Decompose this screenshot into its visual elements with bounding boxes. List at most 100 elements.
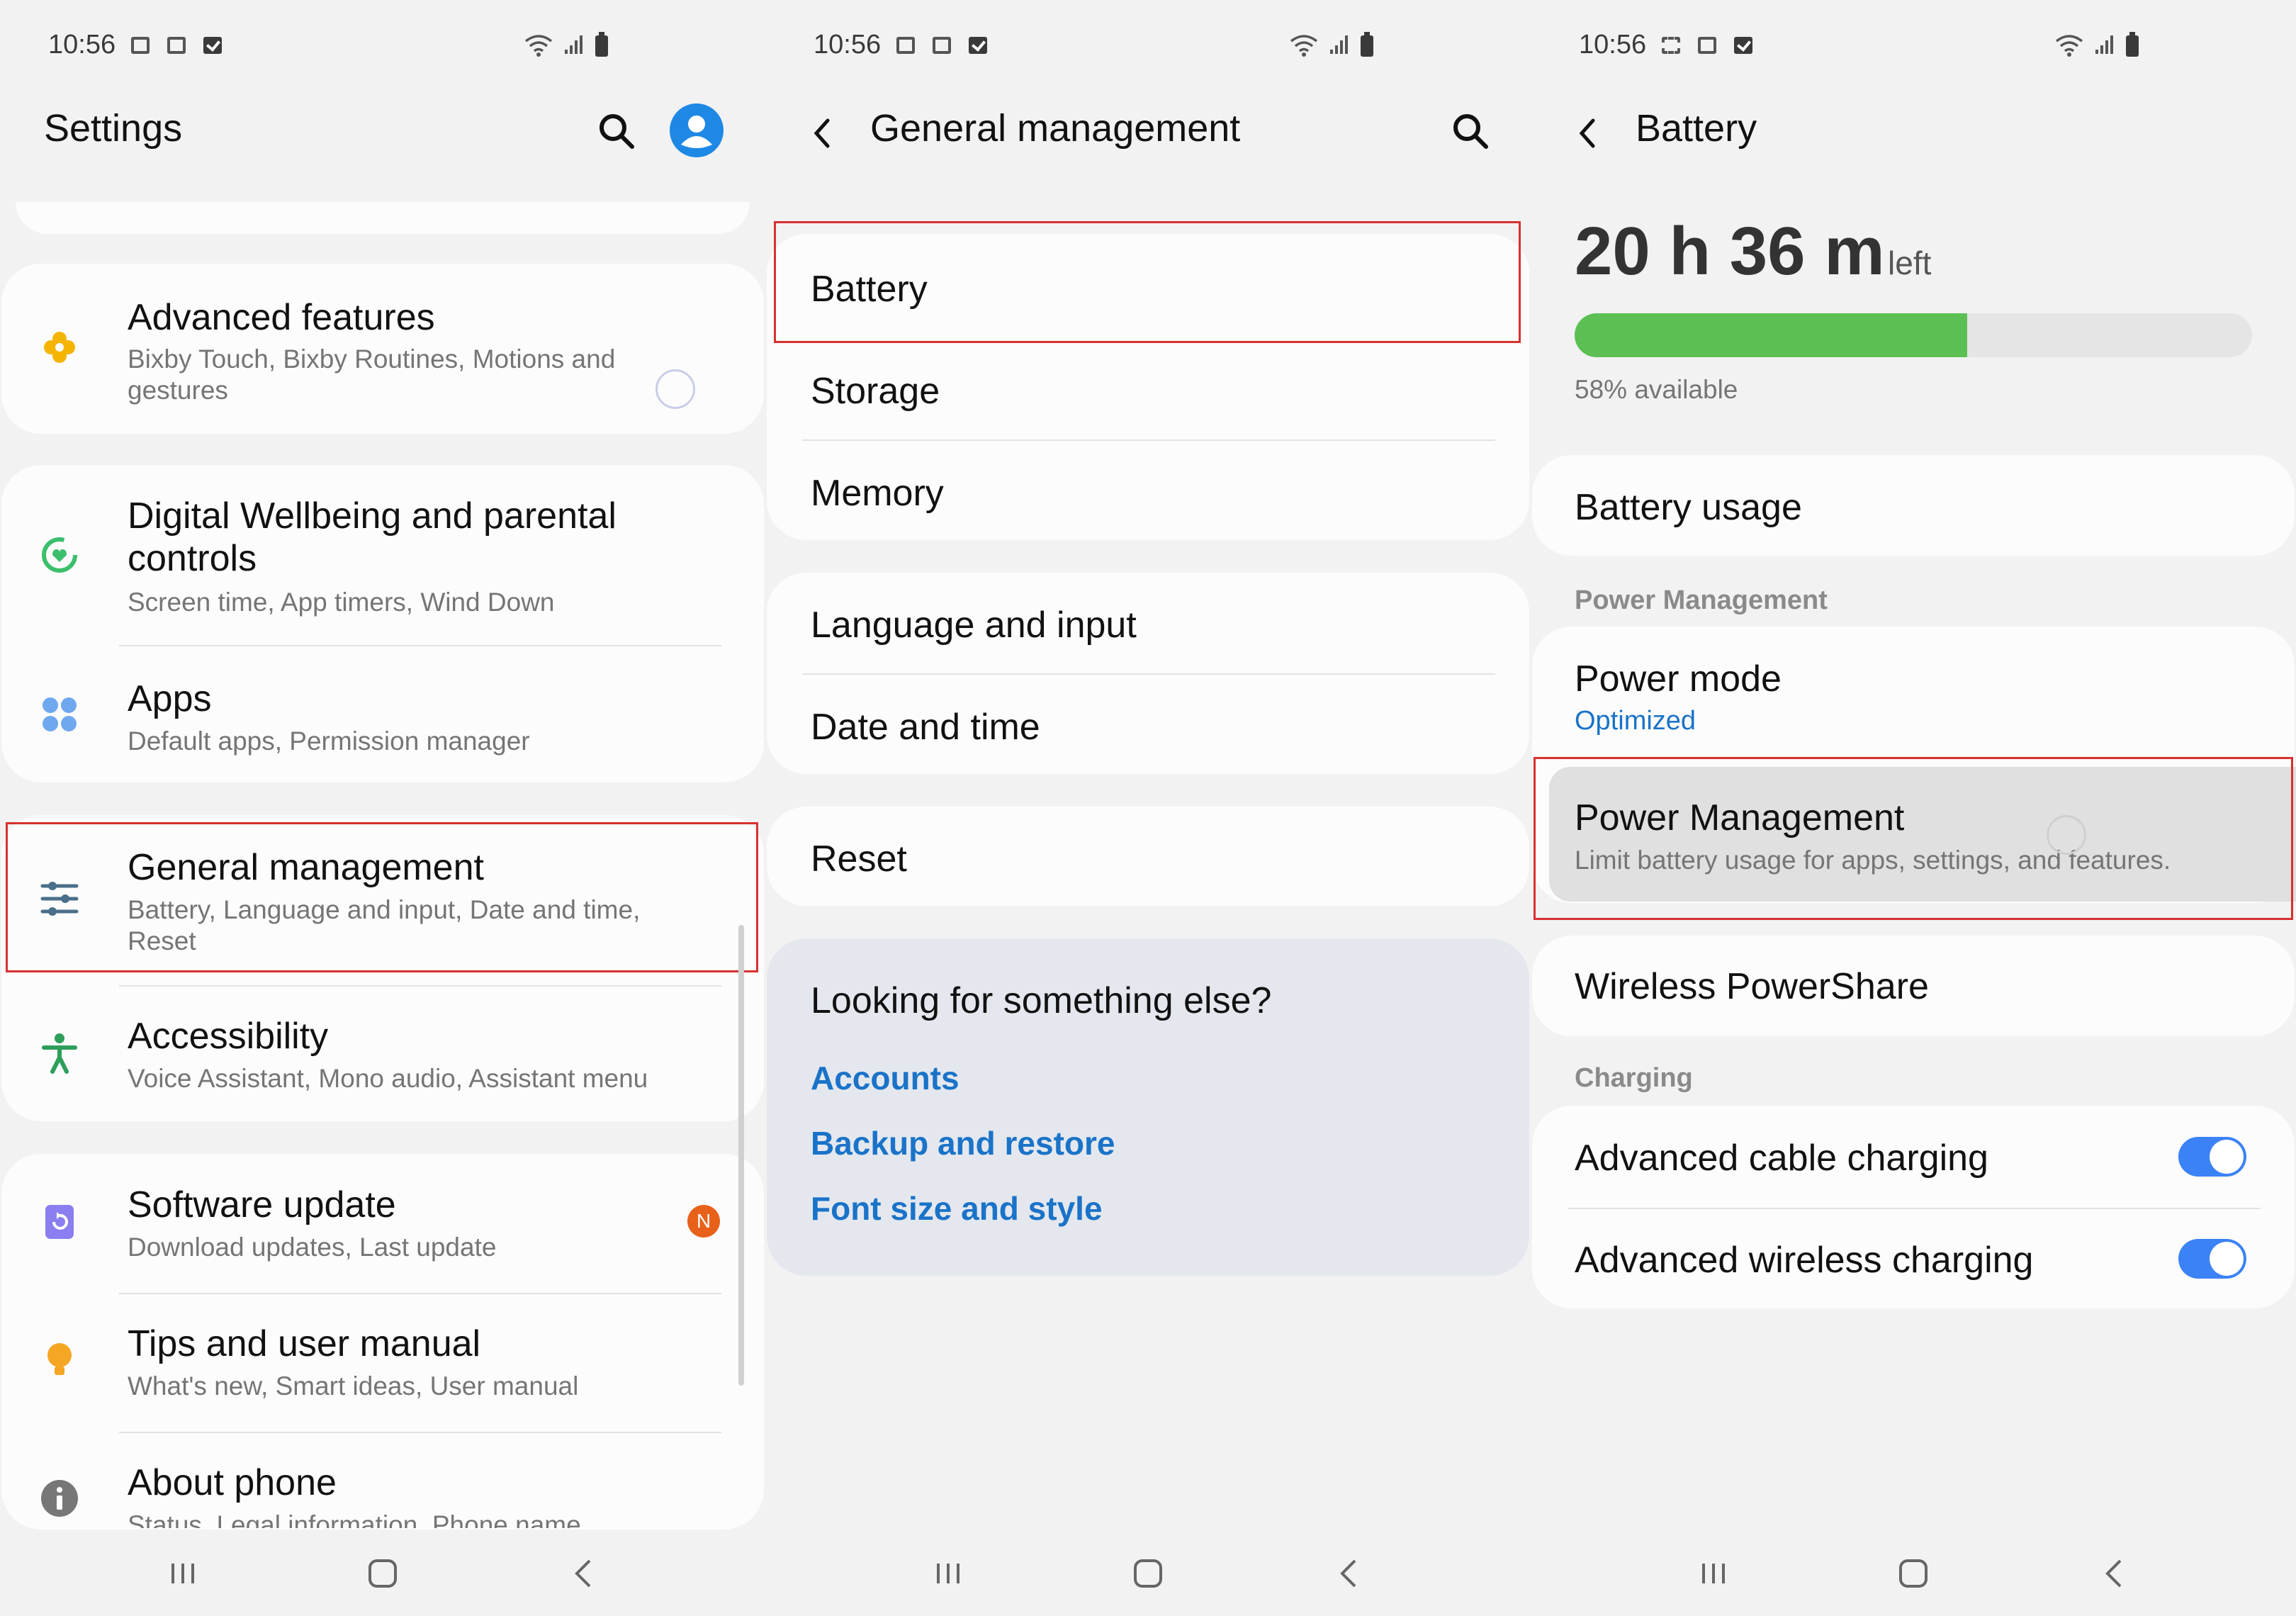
status-time: 10:56 — [1579, 30, 1647, 60]
row-title[interactable]: Software update — [128, 1184, 396, 1226]
highlight-box — [1534, 757, 2293, 920]
row-subtitle: Bixby Touch, Bixby Routines, Motions and… — [128, 344, 616, 405]
divider — [119, 985, 721, 987]
menu-item-reset[interactable]: Reset — [811, 838, 907, 880]
battery-usage[interactable]: Battery usage — [1575, 486, 1802, 529]
section-label-power-management: Power Management — [1575, 585, 1828, 615]
recent-apps-icon[interactable] — [162, 1552, 204, 1595]
screenshot-icon — [1698, 37, 1716, 54]
nav-back-icon[interactable] — [2093, 1552, 2136, 1595]
battery-level-bar — [1575, 313, 2252, 357]
screenshot-icon — [896, 37, 915, 54]
touch-indicator — [655, 369, 695, 409]
signal-icon — [2095, 35, 2113, 54]
link-accounts[interactable]: Accounts — [811, 1059, 960, 1097]
wifi-icon — [524, 35, 553, 57]
row-title[interactable]: Digital Wellbeing and parental controls — [128, 495, 666, 580]
screenshot-icon — [933, 37, 951, 54]
apps-icon — [43, 697, 77, 731]
row-title[interactable]: Tips and user manual — [128, 1323, 480, 1365]
digital-wellbeing-icon — [42, 537, 77, 573]
tips-lightbulb-icon — [47, 1343, 72, 1375]
divider — [802, 673, 1495, 675]
screenshot-icon — [167, 37, 186, 54]
notification-badge: N — [687, 1205, 720, 1238]
row-title[interactable]: About phone — [128, 1461, 337, 1504]
row-subtitle: Status, Legal information, Phone name — [128, 1510, 581, 1528]
highlight-box — [774, 221, 1521, 343]
wifi-icon — [2055, 35, 2083, 57]
signal-icon — [1330, 35, 1348, 54]
screenshot-icon — [1662, 37, 1680, 54]
advanced-features-icon — [44, 332, 75, 363]
checkbox-notification-icon — [203, 37, 222, 54]
home-icon[interactable] — [1892, 1552, 1935, 1595]
home-icon[interactable] — [361, 1552, 404, 1595]
recent-apps-icon[interactable] — [1692, 1552, 1735, 1595]
wireless-charging-toggle[interactable] — [2178, 1239, 2246, 1279]
menu-item-date-time[interactable]: Date and time — [811, 706, 1040, 748]
section-label-charging: Charging — [1575, 1063, 1693, 1093]
suggestions-heading: Looking for something else? — [811, 980, 1272, 1021]
recent-apps-icon[interactable] — [927, 1552, 969, 1595]
signal-icon — [565, 35, 583, 54]
highlight-box — [6, 822, 758, 972]
link-font-size[interactable]: Font size and style — [811, 1189, 1103, 1228]
row-title[interactable]: Apps — [128, 678, 212, 720]
time-left-value: 20 h 36 m — [1575, 213, 1885, 289]
divider — [1568, 1208, 2261, 1209]
accessibility-icon — [42, 1033, 77, 1074]
time-left-suffix: left — [1888, 245, 1932, 281]
general-management-screen: 10:56 General management Battery Storage… — [765, 0, 1531, 1616]
row-subtitle: Screen time, App timers, Wind Down — [128, 588, 555, 617]
divider — [802, 439, 1495, 441]
battery-status-icon — [1361, 32, 1373, 57]
row-subtitle: Download updates, Last update — [128, 1233, 497, 1262]
page-title: General management — [870, 107, 1241, 150]
info-icon — [41, 1480, 78, 1517]
battery-level-fill — [1575, 313, 1968, 357]
cable-charging-toggle[interactable] — [2178, 1137, 2246, 1177]
back-icon[interactable] — [1573, 113, 1602, 153]
row-subtitle: Default apps, Permission manager — [128, 726, 530, 756]
menu-item-storage[interactable]: Storage — [811, 370, 940, 413]
divider — [119, 1432, 721, 1433]
battery-screen: 10:56 Battery 20 h 36 m left 58% availab… — [1531, 0, 2296, 1616]
power-mode-value: Optimized — [1575, 706, 1696, 736]
battery-status-icon — [595, 32, 608, 57]
menu-item-language[interactable]: Language and input — [811, 604, 1137, 646]
screenshot-icon — [131, 37, 150, 54]
wireless-powershare[interactable]: Wireless PowerShare — [1575, 965, 1929, 1008]
cable-charging-label: Advanced cable charging — [1575, 1138, 1988, 1179]
software-update-icon — [45, 1205, 74, 1239]
power-mode-title[interactable]: Power mode — [1575, 658, 1782, 700]
back-icon[interactable] — [808, 113, 836, 153]
nav-back-icon[interactable] — [563, 1552, 605, 1595]
status-time: 10:56 — [814, 30, 882, 60]
battery-status-icon — [2126, 32, 2139, 57]
home-icon[interactable] — [1127, 1552, 1169, 1595]
nav-back-icon[interactable] — [1328, 1552, 1371, 1595]
battery-available: 58% available — [1575, 375, 1738, 404]
search-icon[interactable] — [1449, 110, 1492, 152]
scrollbar[interactable] — [738, 925, 744, 1386]
page-title: Battery — [1636, 107, 1757, 150]
settings-screen: 10:56 Settings Advanced features Bixby T… — [0, 0, 765, 1616]
row-title[interactable]: Accessibility — [128, 1015, 328, 1057]
status-time: 10:56 — [48, 30, 116, 60]
row-title: Advanced features — [128, 297, 435, 338]
page-title: Settings — [44, 107, 183, 150]
avatar-icon[interactable] — [670, 103, 724, 157]
row-subtitle: What's new, Smart ideas, User manual — [128, 1371, 579, 1401]
row-subtitle: Voice Assistant, Mono audio, Assistant m… — [128, 1064, 648, 1093]
previous-card — [16, 202, 750, 234]
search-icon[interactable] — [595, 110, 638, 152]
checkbox-notification-icon — [1734, 37, 1752, 54]
link-backup-restore[interactable]: Backup and restore — [811, 1124, 1115, 1162]
menu-item-memory[interactable]: Memory — [811, 472, 944, 515]
wireless-charging-label: Advanced wireless charging — [1575, 1240, 2034, 1281]
divider — [119, 1293, 721, 1294]
divider — [119, 645, 721, 646]
checkbox-notification-icon — [969, 37, 987, 54]
wifi-icon — [1290, 35, 1318, 57]
